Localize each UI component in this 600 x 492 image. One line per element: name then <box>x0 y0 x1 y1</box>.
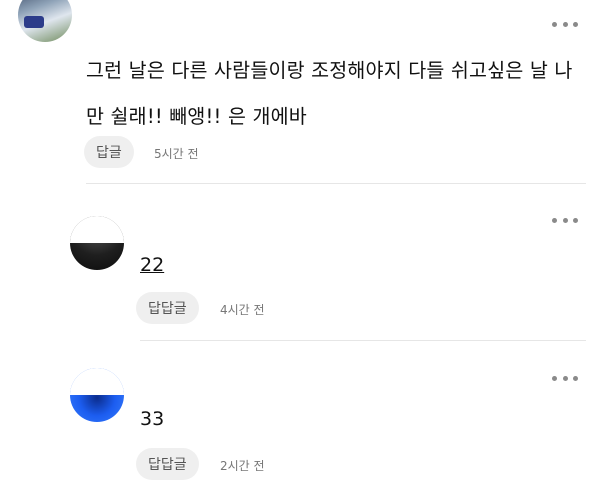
dot <box>552 21 557 27</box>
dot <box>573 375 578 381</box>
comment-time: 4시간 전 <box>220 303 265 317</box>
divider <box>86 183 586 184</box>
avatar-mask <box>70 368 124 395</box>
more-options-icon[interactable] <box>552 374 578 382</box>
comment-time: 5시간 전 <box>154 147 199 161</box>
avatar-mask <box>70 216 124 243</box>
more-options-icon[interactable] <box>552 216 578 224</box>
reply-button[interactable]: 답답글 <box>136 448 199 480</box>
dot <box>562 217 568 223</box>
reply-button[interactable]: 답글 <box>84 136 134 168</box>
divider <box>140 340 586 341</box>
avatar-photo-detail <box>24 16 44 28</box>
comment-time: 2시간 전 <box>220 459 265 473</box>
dot <box>573 217 578 223</box>
avatar[interactable] <box>18 0 72 42</box>
avatar[interactable] <box>70 216 124 270</box>
dot <box>552 375 557 381</box>
avatar[interactable] <box>70 368 124 422</box>
dot <box>573 21 578 27</box>
dot <box>552 217 557 223</box>
comment-text: 33 <box>140 408 165 430</box>
comment-text: 그런 날은 다른 사람들이랑 조정해야지 다들 쉬고싶은 날 나만 쉴래!! 빼… <box>86 59 573 128</box>
more-options-icon[interactable] <box>552 20 578 28</box>
comment-text: 22 <box>140 254 165 276</box>
dot <box>562 375 568 381</box>
dot <box>562 21 568 27</box>
reply-button[interactable]: 답답글 <box>136 292 199 324</box>
